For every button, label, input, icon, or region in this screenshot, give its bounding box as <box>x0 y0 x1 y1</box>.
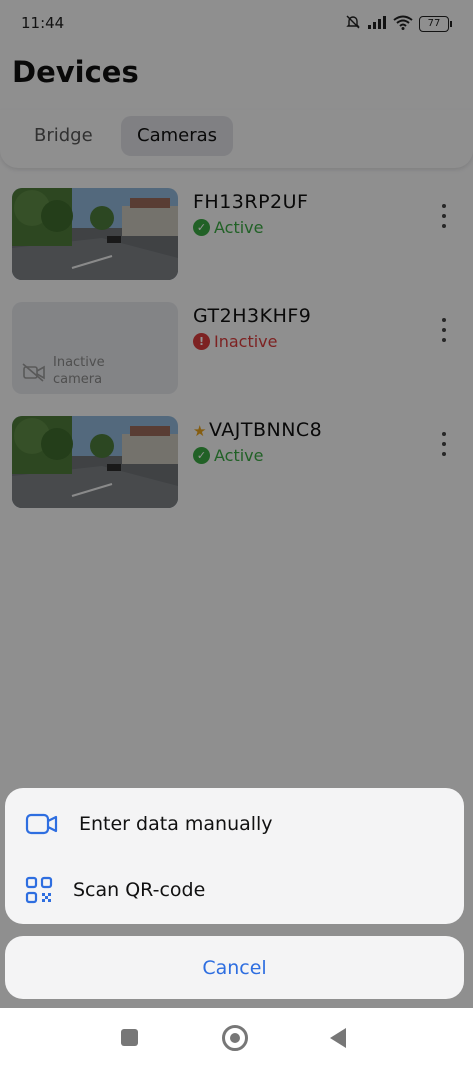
home-icon[interactable] <box>222 1025 248 1051</box>
add-device-sheet: Enter data manually Scan QR-code <box>5 788 464 924</box>
enter-data-manually-option[interactable]: Enter data manually <box>5 794 464 854</box>
qr-code-icon <box>25 876 53 904</box>
system-navigation-bar <box>0 1008 473 1066</box>
recent-apps-icon[interactable] <box>121 1029 138 1046</box>
scan-qr-code-label: Scan QR-code <box>73 879 206 901</box>
video-camera-icon <box>25 812 59 836</box>
cancel-button[interactable]: Cancel <box>5 936 464 999</box>
enter-data-manually-label: Enter data manually <box>79 813 273 835</box>
back-icon[interactable] <box>330 1028 346 1048</box>
scan-qr-code-option[interactable]: Scan QR-code <box>5 860 464 920</box>
